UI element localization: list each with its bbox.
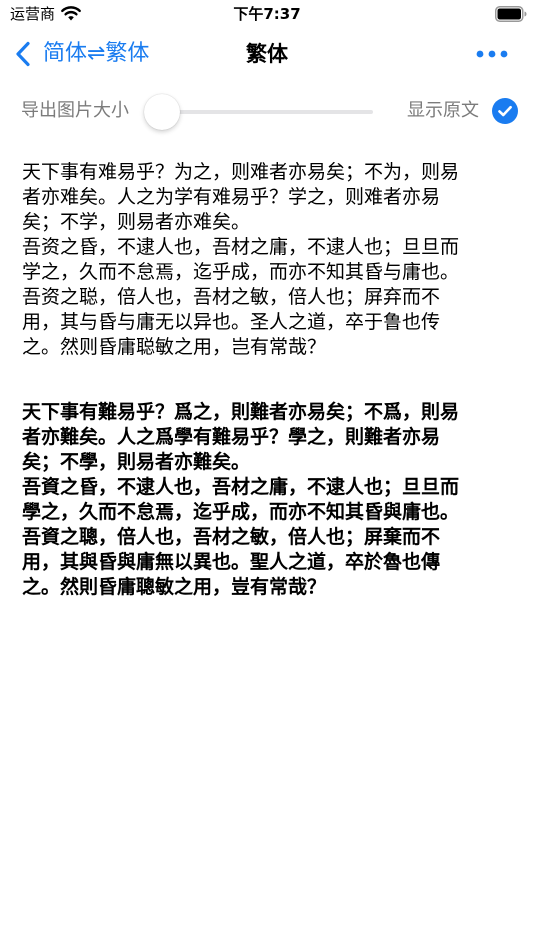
text-line: 吾資之昏，不逮人也，吾材之庸，不逮人也；旦旦而 xyxy=(22,476,460,498)
slider-thumb[interactable] xyxy=(144,94,180,130)
export-options-row: 导出图片大小 显示原文 xyxy=(0,88,534,134)
text-line: 者亦難矣。人之爲學有難易乎？學之，則難者亦易 xyxy=(22,426,441,448)
text-line: 矣；不学，则易者亦难矣。 xyxy=(22,211,251,233)
original-text: 天下事有难易乎？为之，则难者亦易矣；不为，则易 者亦难矣。人之为学有难易乎？学之… xyxy=(22,160,514,360)
text-line: 之。然則昏庸聰敏之用，豈有常哉？ xyxy=(22,576,327,598)
text-line: 学之，久而不怠焉，迄乎成，而亦不知其昏与庸也。 xyxy=(22,261,460,283)
more-options-icon[interactable] xyxy=(474,44,510,64)
text-line: 天下事有难易乎？为之，则难者亦易矣；不为，则易 xyxy=(22,161,460,183)
text-line: 吾資之聰，倍人也，吾材之敏，倍人也；屏棄而不 xyxy=(22,526,441,548)
text-line: 用，其與昏與庸無以異也。聖人之道，卒於魯也傳 xyxy=(22,551,441,573)
text-line: 矣；不學，則易者亦難矣。 xyxy=(22,451,251,473)
page-title: 繁体 xyxy=(246,42,288,66)
text-line: 者亦难矣。人之为学有难易乎？学之，则难者亦易 xyxy=(22,186,441,208)
battery-icon xyxy=(495,6,527,22)
export-size-slider[interactable] xyxy=(162,110,373,114)
text-line: 之。然则昏庸聪敏之用，岂有常哉？ xyxy=(22,336,327,358)
text-line: 吾资之聪，倍人也，吾材之敏，倍人也；屏弃而不 xyxy=(22,286,441,308)
text-line: 學之，久而不怠焉，迄乎成，而亦不知其昏與庸也。 xyxy=(22,501,460,523)
status-bar: 运营商 下午7:37 xyxy=(0,0,534,28)
converted-text: 天下事有難易乎？爲之，則難者亦易矣；不爲，則易 者亦難矣。人之爲學有難易乎？學之… xyxy=(22,400,514,600)
text-line: 用，其与昏与庸无以异也。圣人之道，卒于鲁也传 xyxy=(22,311,441,333)
navigation-bar: 简体⇌繁体 繁体 xyxy=(0,28,534,80)
status-time: 下午7:37 xyxy=(233,5,301,23)
text-line: 天下事有難易乎？爲之，則難者亦易矣；不爲，則易 xyxy=(22,401,460,423)
text-line: 吾资之昏，不逮人也，吾材之庸，不逮人也；旦旦而 xyxy=(22,236,460,258)
checkmark-circle-icon[interactable] xyxy=(492,98,518,124)
export-size-label: 导出图片大小 xyxy=(21,100,129,121)
show-original-label: 显示原文 xyxy=(407,100,479,121)
